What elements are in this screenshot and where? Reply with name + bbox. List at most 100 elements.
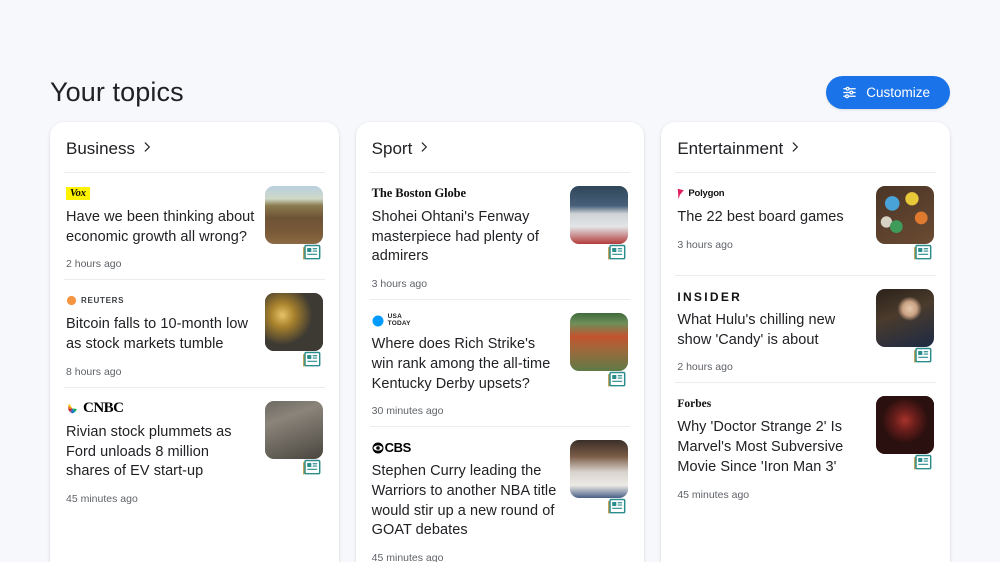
article-timestamp: 3 hours ago: [371, 278, 428, 291]
full-coverage-icon[interactable]: [607, 371, 626, 393]
coverage-row: [570, 244, 628, 266]
article-thumbnail: [570, 186, 629, 244]
coverage-row: [876, 244, 934, 266]
page-header: Your topics Customize: [50, 76, 950, 109]
article-item[interactable]: USA TODAY Where does Rich Strike's win ran…: [369, 300, 631, 428]
article-timestamp: 2 hours ago: [66, 258, 122, 271]
topic-card: Business Vox Have we been thinking about e…: [50, 122, 339, 562]
article-text: Polygon The 22 best board games 3 hours ag…: [677, 186, 866, 251]
full-coverage-icon[interactable]: [913, 347, 932, 369]
topic-title: Entertainment: [677, 139, 784, 158]
source-name: CNBC: [83, 399, 124, 416]
source-name: Forbes: [677, 397, 712, 410]
source-logo-cnbc: CNBC: [66, 399, 255, 416]
peacock-icon: [68, 403, 77, 414]
article-item[interactable]: CBS Stephen Curry leading the Warriors to…: [370, 427, 631, 562]
topics-grid: Business Vox Have we been thinking about e…: [50, 122, 950, 562]
source-name: Vox: [66, 186, 90, 201]
source-logo-forbes: Forbes: [677, 396, 866, 411]
article-thumbnail: [264, 186, 323, 244]
source-logo-usa-today: USA TODAY: [372, 313, 561, 328]
basketball-players-photo: [570, 440, 629, 499]
tractor-in-field-photo: [264, 186, 323, 244]
article-item[interactable]: Vox Have we been thinking about economic …: [64, 173, 325, 281]
doctor-strange-photo: [875, 396, 934, 455]
full-coverage-icon[interactable]: [302, 459, 321, 481]
article-item[interactable]: REUTERS Bitcoin falls to 10-month low as …: [64, 280, 325, 388]
full-coverage-icon[interactable]: [913, 454, 932, 476]
article-media: [264, 400, 323, 481]
coverage-row: [876, 454, 934, 476]
article-headline: Rivian stock plummets as Ford unloads 8 …: [66, 423, 232, 480]
coverage-row: [570, 498, 628, 520]
article-thumbnail: [570, 313, 629, 372]
article-item[interactable]: The Boston Globe Shohei Ohtani's Fenway m…: [369, 173, 631, 301]
article-headline: Shohei Ohtani's Fenway masterpiece had p…: [371, 209, 539, 265]
article-item[interactable]: Forbes Why 'Doctor Strange 2' Is Marvel's…: [675, 383, 936, 509]
coverage-row: [265, 244, 323, 266]
coverage-row: [265, 351, 323, 373]
full-coverage-icon[interactable]: [302, 351, 321, 373]
article-media: [570, 186, 629, 266]
topic-title: Business: [66, 139, 135, 158]
source-name: REUTERS: [81, 296, 125, 306]
source-logo-insider: INSIDER: [677, 289, 866, 304]
article-text: Forbes Why 'Doctor Strange 2' Is Marvel's…: [677, 396, 866, 501]
article-media: [875, 289, 934, 369]
factory-worker-photo: [264, 400, 323, 459]
coverage-row: [876, 347, 934, 369]
topic-card-header[interactable]: Entertainment: [675, 122, 936, 173]
article-headline: What Hulu's chilling new show 'Candy' is…: [677, 312, 836, 348]
article-thumbnail: [570, 440, 629, 499]
article-item[interactable]: Polygon The 22 best board games 3 hours ag…: [675, 173, 936, 276]
article-timestamp: 3 hours ago: [677, 238, 733, 251]
coverage-row: [265, 459, 323, 481]
article-media: [875, 186, 934, 266]
article-media: [570, 440, 629, 520]
topic-card-header[interactable]: Business: [64, 122, 325, 173]
article-thumbnail: [875, 186, 934, 244]
cbs-eye-icon: [372, 442, 384, 454]
article-text: REUTERS Bitcoin falls to 10-month low as …: [66, 293, 255, 378]
article-text: INSIDER What Hulu's chilling new show 'Ca…: [677, 289, 866, 374]
source-name: CBS: [384, 440, 412, 456]
article-text: CNBC Rivian stock plummets as Ford unload…: [66, 399, 255, 505]
chevron-right-icon: [788, 140, 802, 159]
source-name: INSIDER: [677, 289, 743, 304]
page-title: Your topics: [50, 77, 184, 107]
bitcoin-coins-photo: [264, 293, 323, 352]
tune-icon: [842, 85, 857, 100]
full-coverage-icon[interactable]: [913, 244, 932, 266]
article-text: USA TODAY Where does Rich Strike's win ran…: [372, 313, 561, 417]
topic-title: Sport: [371, 139, 413, 158]
article-thumbnail: [875, 289, 934, 347]
reuters-mark-icon: [66, 296, 77, 306]
topic-card: Entertainment Polygon The 22 best board ga…: [661, 122, 950, 562]
article-timestamp: 30 minutes ago: [371, 405, 444, 418]
source-name: Polygon: [688, 188, 725, 199]
news-topics-page: Your topics Customize Business Vox Have we…: [0, 0, 1000, 562]
derby-horse-photo: [570, 313, 629, 372]
source-name: USA TODAY: [387, 312, 411, 327]
article-headline: Have we been thinking about economic gro…: [66, 209, 255, 245]
article-item[interactable]: INSIDER What Hulu's chilling new show 'Ca…: [675, 276, 936, 384]
source-logo-polygon: Polygon: [677, 186, 866, 201]
article-headline: Bitcoin falls to 10-month low as stock m…: [66, 316, 248, 353]
customize-button[interactable]: Customize: [826, 76, 950, 109]
article-thumbnail: [264, 293, 323, 352]
source-logo-boston-globe: The Boston Globe: [372, 186, 561, 201]
source-logo-vox: Vox: [66, 186, 255, 201]
full-coverage-icon[interactable]: [607, 498, 626, 520]
article-headline: Stephen Curry leading the Warriors to an…: [371, 463, 557, 539]
chevron-right-icon: [140, 140, 154, 159]
full-coverage-icon[interactable]: [607, 244, 626, 266]
article-media: [264, 293, 323, 373]
article-thumbnail: [875, 396, 934, 455]
topic-card-header[interactable]: Sport: [369, 122, 631, 173]
article-timestamp: 45 minutes ago: [371, 552, 444, 562]
full-coverage-icon[interactable]: [302, 244, 321, 266]
article-text: Vox Have we been thinking about economic …: [66, 186, 255, 270]
polygon-mark-icon: [678, 188, 685, 199]
article-item[interactable]: CNBC Rivian stock plummets as Ford unload…: [64, 388, 325, 514]
article-text: The Boston Globe Shohei Ohtani's Fenway m…: [372, 186, 561, 290]
